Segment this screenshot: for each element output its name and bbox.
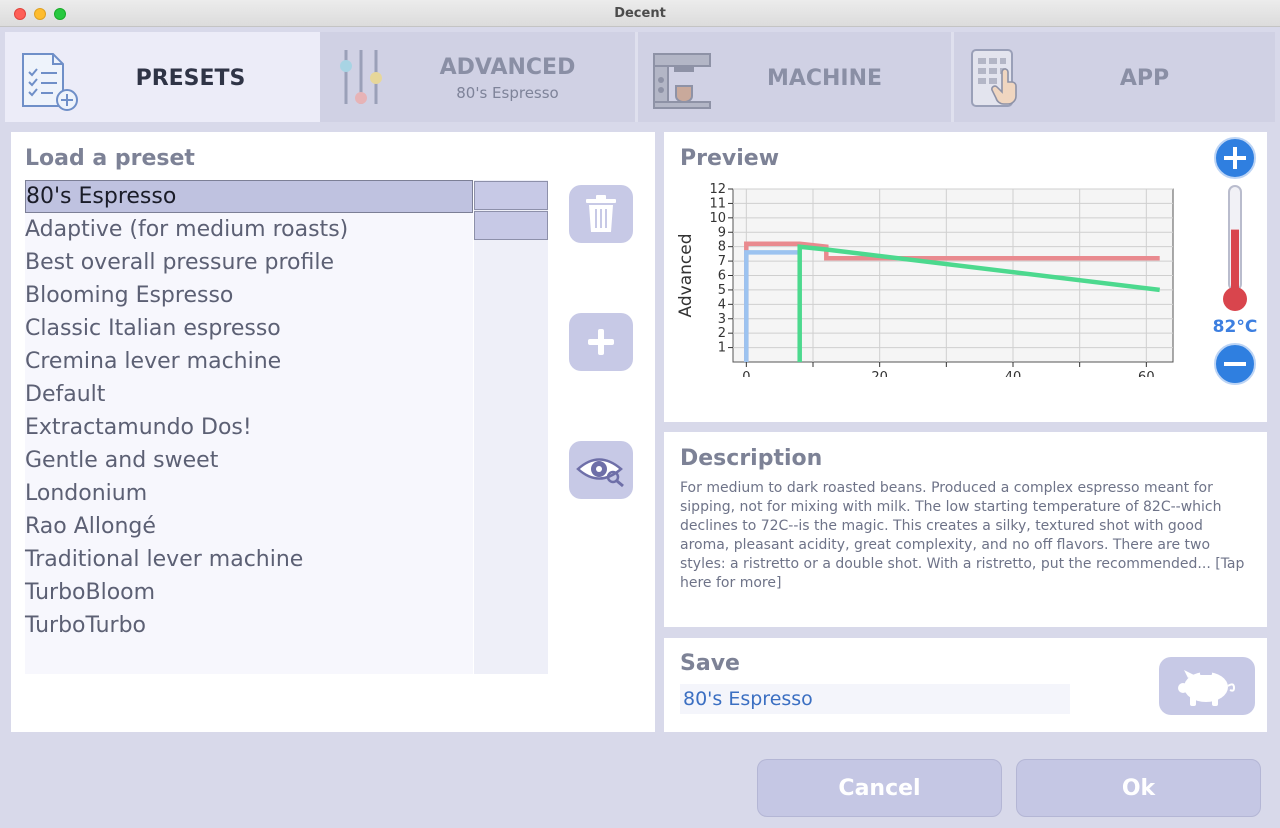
preview-preset-button[interactable] [569, 441, 633, 499]
chart-y-tick-label: 1 [718, 341, 726, 356]
preset-item[interactable]: Adaptive (for medium roasts) [25, 213, 473, 246]
eye-search-icon [576, 458, 624, 488]
tab-app-label: APP [1119, 66, 1170, 91]
scrollbar-thumb[interactable] [474, 211, 548, 240]
chart-x-tick-label: 60 [1138, 370, 1155, 377]
scrollbar-thumb[interactable] [474, 181, 548, 210]
preset-item[interactable]: Rao Allongé [25, 510, 473, 543]
preset-item[interactable]: Cremina lever machine [25, 345, 473, 378]
preset-list[interactable]: 80's Espresso Adaptive (for medium roast… [25, 180, 473, 674]
description-text[interactable]: For medium to dark roasted beans. Produc… [680, 479, 1250, 593]
chart-y-axis-label: Advanced [676, 234, 696, 318]
piggy-bank-icon [1178, 670, 1236, 706]
chart-y-tick-label: 6 [718, 269, 726, 284]
save-name-input[interactable]: 80's Espresso [680, 684, 1070, 714]
load-preset-title: Load a preset [25, 146, 195, 171]
temperature-value: 82°C [1212, 317, 1258, 337]
preset-item[interactable]: Default [25, 378, 473, 411]
chart-y-tick-label: 4 [718, 297, 726, 312]
chart-y-tick-label: 10 [709, 211, 726, 226]
preset-item[interactable]: Blooming Espresso [25, 279, 473, 312]
close-window-button[interactable] [14, 8, 26, 20]
trash-icon [586, 195, 616, 232]
delete-preset-button[interactable] [569, 185, 633, 243]
chart-y-tick-label: 8 [718, 240, 726, 255]
preset-item[interactable]: Classic Italian espresso [25, 312, 473, 345]
chart-y-tick-label: 3 [718, 312, 726, 327]
add-preset-button[interactable] [569, 313, 633, 371]
maximize-window-button[interactable] [54, 8, 66, 20]
tab-app[interactable]: APP [954, 32, 1275, 122]
save-preset-button[interactable] [1159, 657, 1255, 715]
chart-y-tick-label: 11 [709, 196, 726, 211]
decrease-temperature-button[interactable] [1214, 343, 1256, 385]
chart-x-tick-label: 20 [871, 370, 888, 377]
tab-bar: PRESETS ADVANCED 80's Espresso MACHINE A… [5, 32, 1275, 122]
tab-advanced-subtitle: 80's Espresso [456, 84, 559, 102]
chart-y-tick-label: 7 [718, 254, 726, 269]
window-controls [14, 8, 66, 20]
profile-chart: 1234567891011120204060Advanced [676, 182, 1174, 385]
preview-chart[interactable]: 1234567891011120204060Advanced [672, 182, 1182, 385]
plus-icon [1224, 147, 1246, 169]
tab-machine[interactable]: MACHINE [638, 32, 954, 122]
plus-icon [588, 329, 614, 355]
thermometer-icon [1223, 185, 1247, 311]
tab-machine-label: MACHINE [766, 66, 883, 91]
preset-item[interactable]: Gentle and sweet [25, 444, 473, 477]
preset-item[interactable]: Londonium [25, 477, 473, 510]
window-title: Decent [614, 5, 666, 21]
preset-list-scrollbar[interactable] [474, 180, 548, 674]
preset-item[interactable]: Extractamundo Dos! [25, 411, 473, 444]
preset-item[interactable]: Best overall pressure profile [25, 246, 473, 279]
chart-y-tick-label: 12 [709, 182, 726, 197]
chart-y-tick-label: 2 [718, 326, 726, 341]
minimize-window-button[interactable] [34, 8, 46, 20]
tab-advanced[interactable]: ADVANCED 80's Espresso [320, 32, 638, 122]
chart-y-tick-label: 5 [718, 283, 726, 298]
chart-x-tick-label: 0 [742, 370, 750, 377]
cancel-button[interactable]: Cancel [757, 759, 1002, 817]
ok-button[interactable]: Ok [1016, 759, 1261, 817]
chart-y-tick-label: 9 [718, 225, 726, 240]
preview-title: Preview [680, 146, 780, 171]
tab-presets-label: PRESETS [135, 66, 246, 91]
minus-icon [1224, 362, 1246, 366]
tab-advanced-label: ADVANCED [439, 55, 576, 80]
preset-item[interactable]: Traditional lever machine [25, 543, 473, 576]
chart-x-tick-label: 40 [1005, 370, 1022, 377]
increase-temperature-button[interactable] [1214, 137, 1256, 179]
preset-item[interactable]: TurboBloom [25, 576, 473, 609]
tab-presets[interactable]: PRESETS [5, 32, 320, 122]
preset-item[interactable]: TurboTurbo [25, 609, 473, 642]
title-bar: Decent [0, 0, 1280, 27]
preset-item[interactable]: 80's Espresso [25, 180, 473, 213]
description-title: Description [680, 446, 823, 471]
save-title: Save [680, 651, 740, 676]
